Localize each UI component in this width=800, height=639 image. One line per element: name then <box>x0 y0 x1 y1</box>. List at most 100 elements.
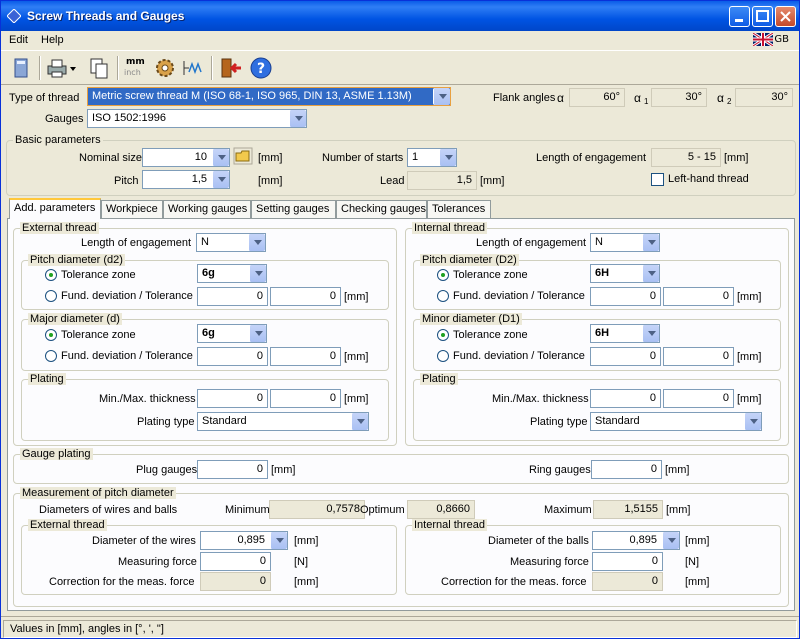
title-bar[interactable]: Screw Threads and Gauges <box>1 1 799 31</box>
chevron-down-icon[interactable] <box>642 234 659 251</box>
ext-plating-type-select[interactable]: Standard <box>197 412 369 431</box>
ext-thickness-min-input[interactable]: 0 <box>197 389 268 408</box>
ring-gauges-input[interactable]: 0 <box>591 460 662 479</box>
int-minor-tolerance-zone-select[interactable]: 6H <box>590 324 660 343</box>
ext-pitch-deviation-input[interactable]: 0 <box>197 287 268 306</box>
tab-add-parameters[interactable]: Add. parameters <box>9 198 101 219</box>
ext-pitch-fund-deviation-radio[interactable] <box>45 290 57 302</box>
print-icon[interactable] <box>45 56 69 80</box>
int-correction-value: 0 <box>592 572 663 591</box>
ext-thickness-max-input[interactable]: 0 <box>270 389 341 408</box>
maximize-button[interactable] <box>752 6 773 27</box>
thread-profile-icon[interactable] <box>181 56 205 80</box>
copy-icon[interactable] <box>87 56 111 80</box>
alpha2-symbol: α <box>717 91 724 105</box>
ext-pitch-tolerance-zone-radio[interactable] <box>45 269 57 281</box>
tab-checking-gauges[interactable]: Checking gauges <box>336 200 427 218</box>
minimize-button[interactable] <box>729 6 750 27</box>
int-measuring-force-input[interactable]: 0 <box>592 552 663 571</box>
int-minor-deviation-input[interactable]: 0 <box>590 347 661 366</box>
int-pitch-tolerance-zone-radio[interactable] <box>437 269 449 281</box>
int-plating-type-value: Standard <box>595 415 640 427</box>
ext-pitch-tolerance-input[interactable]: 0 <box>270 287 341 306</box>
ext-major-tolerance-input[interactable]: 0 <box>270 347 341 366</box>
tab-tolerances[interactable]: Tolerances <box>427 200 491 218</box>
type-of-thread-select[interactable]: Metric screw thread M (ISO 68-1, ISO 965… <box>87 87 451 106</box>
ball-diameter-select[interactable]: 0,895 <box>592 531 680 550</box>
calculator-icon[interactable] <box>9 56 33 80</box>
chevron-down-icon[interactable] <box>642 265 659 282</box>
int-pitch-tolerance-zone-value: 6H <box>595 267 610 279</box>
int-correction-label: Correction for the meas. force <box>441 576 587 588</box>
number-of-starts-value: 1 <box>412 151 419 163</box>
lead-label: Lead <box>380 175 405 187</box>
units-icon[interactable]: mm inch <box>123 56 147 80</box>
ext-measuring-force-unit: [N] <box>294 556 309 568</box>
int-pitch-tolerance-input[interactable]: 0 <box>663 287 734 306</box>
ext-engagement-label: Length of engagement <box>81 237 192 249</box>
ext-major-fund-deviation-label: Fund. deviation / Tolerance <box>61 350 193 362</box>
help-icon[interactable]: ? <box>249 56 273 80</box>
ext-measuring-force-label: Measuring force <box>118 556 197 568</box>
chevron-down-icon[interactable] <box>248 234 265 251</box>
plug-gauges-unit: [mm] <box>271 464 296 476</box>
gear-settings-icon[interactable] <box>153 56 177 80</box>
ext-engagement-value: N <box>201 236 209 248</box>
exit-door-icon[interactable] <box>219 56 243 80</box>
tab-setting-gauges[interactable]: Setting gauges <box>251 200 336 218</box>
chevron-down-icon[interactable] <box>744 413 761 430</box>
chevron-down-icon[interactable] <box>212 149 229 166</box>
tab-workpiece[interactable]: Workpiece <box>101 200 163 218</box>
left-hand-thread-checkbox[interactable] <box>651 173 664 186</box>
chevron-down-icon[interactable] <box>642 325 659 342</box>
int-minor-diameter-title: Minor diameter (D1) <box>420 313 522 325</box>
int-plating-type-select[interactable]: Standard <box>590 412 762 431</box>
ext-plating-type-value: Standard <box>202 415 247 427</box>
pitch-select[interactable]: 1,5 <box>142 170 230 189</box>
int-minor-fund-deviation-radio[interactable] <box>437 350 449 362</box>
open-folder-icon[interactable] <box>233 147 253 165</box>
chevron-down-icon[interactable] <box>212 171 229 188</box>
menu-edit[interactable]: Edit <box>9 34 28 46</box>
chevron-down-icon[interactable] <box>662 532 679 549</box>
ext-major-tolerance-zone-radio[interactable] <box>45 329 57 341</box>
int-plating-type-label: Plating type <box>530 416 588 428</box>
chevron-down-icon[interactable] <box>433 88 450 105</box>
chevron-down-icon[interactable] <box>289 110 306 127</box>
chevron-down-icon[interactable] <box>351 413 368 430</box>
print-dropdown-icon[interactable] <box>69 65 77 73</box>
menu-help[interactable]: Help <box>41 34 64 46</box>
int-pitch-fund-deviation-radio[interactable] <box>437 290 449 302</box>
type-of-thread-value: Metric screw thread M (ISO 68-1, ISO 965… <box>92 90 412 102</box>
close-button[interactable] <box>775 6 796 27</box>
int-engagement-select[interactable]: N <box>590 233 660 252</box>
wire-diameter-select[interactable]: 0,895 <box>200 531 288 550</box>
int-pitch-tolerance-zone-select[interactable]: 6H <box>590 264 660 283</box>
number-of-starts-select[interactable]: 1 <box>407 148 457 167</box>
uk-flag-icon[interactable] <box>753 33 773 46</box>
tab-working-gauges[interactable]: Working gauges <box>163 200 251 218</box>
ext-major-deviation-input[interactable]: 0 <box>197 347 268 366</box>
plug-gauges-input[interactable]: 0 <box>197 460 268 479</box>
int-minor-tolerance-input[interactable]: 0 <box>663 347 734 366</box>
gauges-select[interactable]: ISO 1502:1996 <box>87 109 307 128</box>
ext-pitch-unit: [mm] <box>344 291 369 303</box>
chevron-down-icon[interactable] <box>270 532 287 549</box>
int-pitch-deviation-input[interactable]: 0 <box>590 287 661 306</box>
int-thickness-max-input[interactable]: 0 <box>663 389 734 408</box>
chevron-down-icon[interactable] <box>249 325 266 342</box>
ring-gauges-label: Ring gauges <box>529 464 591 476</box>
int-minor-tolerance-zone-radio[interactable] <box>437 329 449 341</box>
ext-engagement-select[interactable]: N <box>196 233 266 252</box>
ext-major-fund-deviation-radio[interactable] <box>45 350 57 362</box>
ext-major-tolerance-zone-select[interactable]: 6g <box>197 324 267 343</box>
nominal-size-select[interactable]: 10 <box>142 148 230 167</box>
ext-pitch-tolerance-zone-select[interactable]: 6g <box>197 264 267 283</box>
ext-measuring-force-input[interactable]: 0 <box>200 552 271 571</box>
lead-unit: [mm] <box>480 175 505 187</box>
chevron-down-icon[interactable] <box>249 265 266 282</box>
toolbar-separator <box>39 56 41 80</box>
int-thickness-min-input[interactable]: 0 <box>590 389 661 408</box>
flank-angles-label: Flank angles <box>493 92 556 104</box>
chevron-down-icon[interactable] <box>439 149 456 166</box>
